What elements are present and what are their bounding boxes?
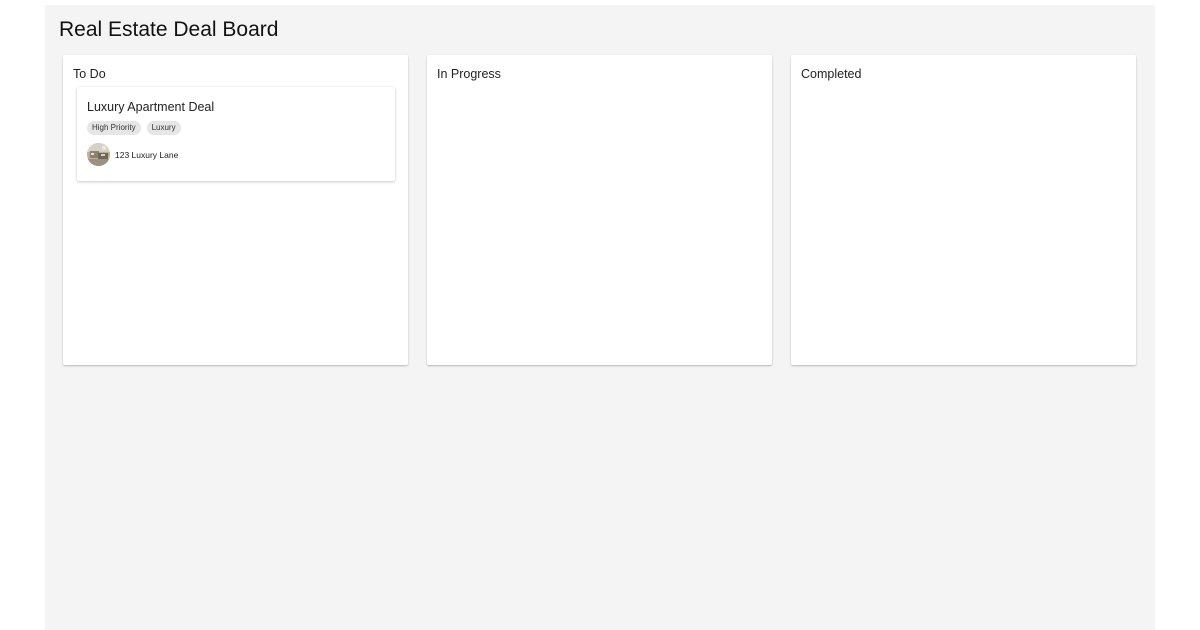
page-title: Real Estate Deal Board <box>59 18 279 41</box>
column-completed[interactable]: Completed <box>791 55 1136 365</box>
column-to-do[interactable]: To Do Luxury Apartment Deal High Priorit… <box>63 55 408 365</box>
column-title: To Do <box>73 67 106 81</box>
property-address: 123 Luxury Lane <box>115 149 179 160</box>
tag-chip: Luxury <box>146 121 181 135</box>
card-tags: High Priority Luxury <box>87 121 181 135</box>
property-photo-icon <box>87 143 110 166</box>
deal-card[interactable]: Luxury Apartment Deal High Priority Luxu… <box>77 87 395 181</box>
column-title: Completed <box>801 67 862 81</box>
card-title: Luxury Apartment Deal <box>87 100 215 114</box>
column-in-progress[interactable]: In Progress <box>427 55 772 365</box>
card-footer: 123 Luxury Lane <box>87 143 178 166</box>
tag-chip: High Priority <box>87 121 141 135</box>
property-photo-avatar <box>87 143 110 166</box>
column-title: In Progress <box>437 67 501 81</box>
deal-board: Real Estate Deal Board To Do Luxury Apar… <box>45 5 1155 630</box>
